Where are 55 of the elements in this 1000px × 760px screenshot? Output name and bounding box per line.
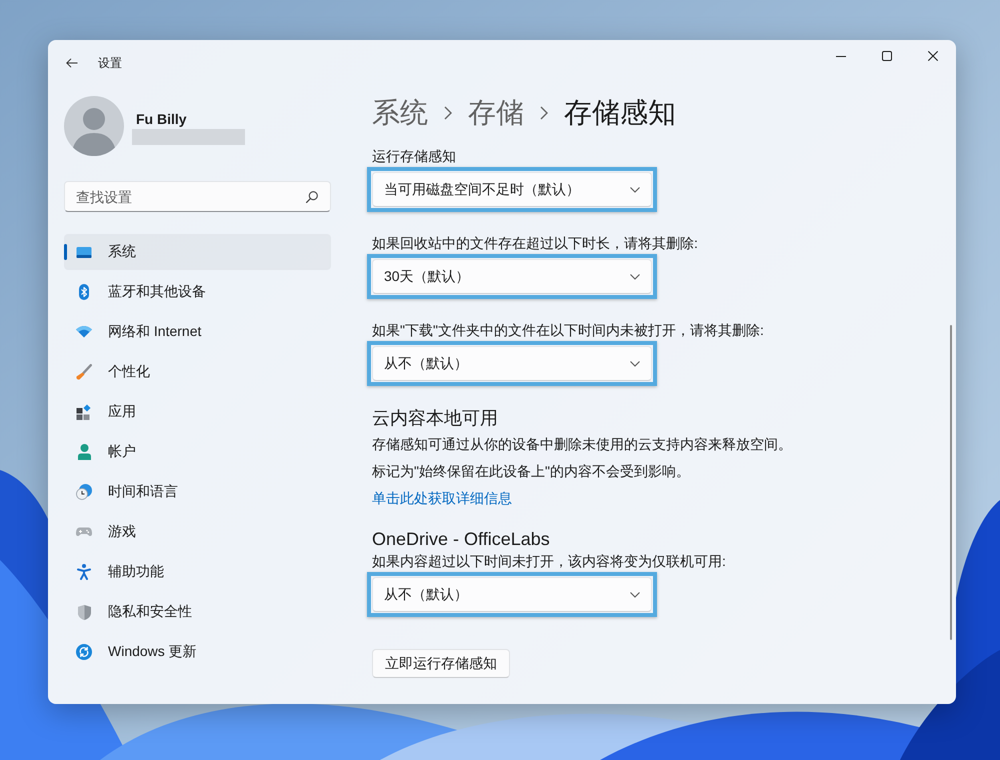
nav-item[interactable]: 系统 xyxy=(64,234,331,270)
apps-icon xyxy=(76,404,92,420)
chevron-down-icon xyxy=(630,186,640,192)
section-heading: 云内容本地可用 xyxy=(372,407,498,430)
section-heading: OneDrive - OfficeLabs xyxy=(372,528,550,551)
gamepad-icon xyxy=(76,527,92,537)
scrollbar-thumb[interactable] xyxy=(950,325,952,640)
nav-item[interactable]: Windows 更新 xyxy=(64,634,331,670)
dropdown[interactable]: 当可用磁盘空间不足时（默认） xyxy=(372,172,652,207)
description-text: 标记为"始终保留在此设备上"的内容不会受到影响。 xyxy=(372,462,690,481)
details-link[interactable]: 单击此处获取详细信息 xyxy=(372,490,512,506)
chevron-down-icon xyxy=(630,592,640,598)
paintbrush-icon xyxy=(76,364,92,380)
setting-label: 运行存储感知 xyxy=(372,147,456,166)
chevron-right-icon xyxy=(444,106,452,120)
close-icon xyxy=(928,51,938,61)
monitor-icon xyxy=(76,246,92,258)
nav-item[interactable]: 个性化 xyxy=(64,354,331,390)
nav-item[interactable]: 隐私和安全性 xyxy=(64,594,331,630)
dropdown[interactable]: 从不（默认） xyxy=(372,346,652,381)
nav-item[interactable]: 帐户 xyxy=(64,434,331,470)
clock-globe-icon xyxy=(76,484,92,500)
setting-label: 如果内容超过以下时间未打开，该内容将变为仅联机可用: xyxy=(372,552,726,571)
dropdown[interactable]: 30天（默认） xyxy=(372,259,652,294)
nav-item[interactable]: 游戏 xyxy=(64,514,331,550)
avatar-icon xyxy=(64,96,124,156)
description-text: 存储感知可通过从你的设备中删除未使用的云支持内容来释放空间。 xyxy=(372,435,792,454)
dropdown[interactable]: 从不（默认） xyxy=(372,577,652,612)
setting-label: 如果回收站中的文件存在超过以下时长，请将其删除: xyxy=(372,234,698,253)
chevron-right-icon xyxy=(540,106,548,120)
accessibility-icon xyxy=(77,564,91,580)
search-icon xyxy=(306,191,318,203)
maximize-icon xyxy=(882,51,892,61)
nav-item[interactable]: 辅助功能 xyxy=(64,554,331,590)
run-now-button[interactable]: 立即运行存储感知 xyxy=(372,649,510,678)
person-icon xyxy=(78,444,90,460)
nav-item[interactable]: 蓝牙和其他设备 xyxy=(64,274,331,310)
window-title: 设置 xyxy=(98,55,122,71)
wifi-icon xyxy=(76,326,92,338)
search-field[interactable]: 查找设置 xyxy=(64,181,331,212)
bluetooth-icon xyxy=(79,284,89,300)
breadcrumb-item[interactable]: 系统 xyxy=(372,93,428,133)
back-arrow-icon xyxy=(66,58,78,68)
chevron-down-icon xyxy=(630,360,640,366)
breadcrumb-item[interactable]: 存储 xyxy=(468,93,524,133)
sync-icon xyxy=(76,644,92,660)
shield-icon xyxy=(78,604,90,620)
nav-item[interactable]: 时间和语言 xyxy=(64,474,331,510)
breadcrumb-item: 存储感知 xyxy=(564,96,676,130)
selection-indicator-icon xyxy=(64,244,67,260)
nav-item[interactable]: 网络和 Internet xyxy=(64,314,331,350)
nav-item[interactable]: 应用 xyxy=(64,394,331,430)
setting-label: 如果"下载"文件夹中的文件在以下时间内未被打开，请将其删除: xyxy=(372,321,764,340)
chevron-down-icon xyxy=(630,274,640,280)
user-name: Fu Billy xyxy=(136,110,187,129)
